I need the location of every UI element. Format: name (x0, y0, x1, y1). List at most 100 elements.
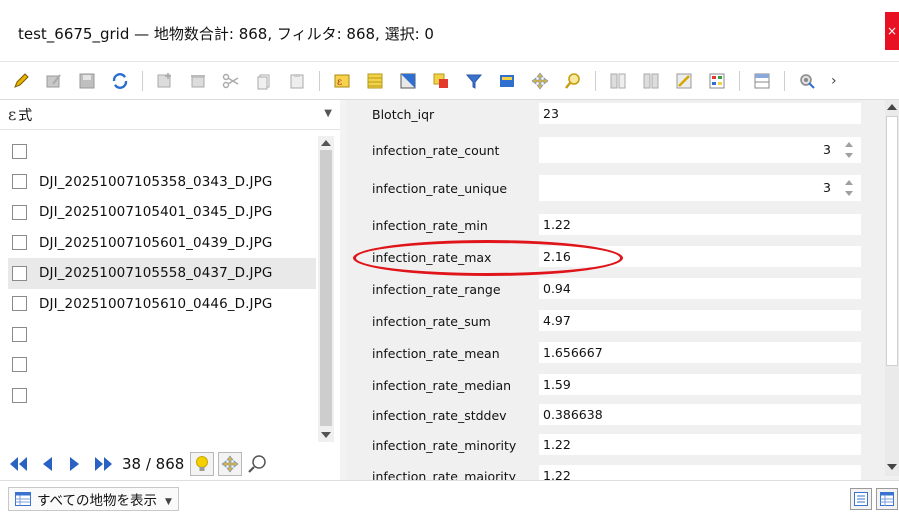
list-item[interactable] (8, 136, 316, 167)
toolbar-separator (739, 70, 740, 91)
spin-arrows-icon[interactable] (845, 141, 855, 159)
field-label: infection_rate_count (372, 143, 500, 158)
scroll-down-icon[interactable] (887, 464, 897, 470)
toolbar-overflow-button[interactable]: › (831, 73, 837, 89)
scrollbar-thumb[interactable] (320, 150, 332, 426)
add-feature-icon[interactable] (154, 70, 176, 92)
toolbar-separator (142, 70, 143, 91)
spin-arrows-icon[interactable] (845, 179, 855, 197)
attribute-form-scrollbar[interactable] (885, 100, 899, 476)
scroll-up-icon[interactable] (321, 140, 331, 146)
row-checkbox[interactable] (12, 357, 27, 373)
conditional-formatting-icon[interactable] (706, 70, 728, 92)
previous-feature-icon[interactable] (36, 453, 58, 475)
form-view-icon[interactable] (850, 488, 872, 510)
list-item[interactable]: DJI_20251007105601_0439_D.JPG (8, 228, 316, 259)
chevron-down-icon[interactable]: ▼ (324, 108, 332, 119)
field-value-input[interactable]: 1.22 (538, 213, 862, 236)
feature-name: DJI_20251007105610_0446_D.JPG (39, 295, 273, 312)
feature-counter: 38 / 868 (122, 455, 185, 473)
field-value-input[interactable]: 0.386638 (538, 403, 862, 426)
new-field-icon[interactable] (607, 70, 629, 92)
deselect-icon[interactable] (430, 70, 452, 92)
multi-edit-icon[interactable] (43, 70, 65, 92)
zoom-to-feature-icon[interactable] (246, 453, 268, 475)
pan-to-feature-icon[interactable] (218, 452, 243, 476)
chevron-down-icon[interactable]: ▼ (165, 497, 172, 507)
cut-icon[interactable] (220, 70, 242, 92)
row-checkbox[interactable] (12, 174, 27, 190)
feature-name: DJI_20251007105401_0345_D.JPG (39, 204, 273, 221)
next-feature-icon[interactable] (64, 453, 86, 475)
field-label: infection_rate_sum (372, 314, 491, 329)
scroll-down-icon[interactable] (321, 432, 331, 438)
field-value-input[interactable]: 23 (538, 102, 862, 125)
feature-list-scrollbar[interactable] (318, 136, 334, 442)
list-item[interactable]: DJI_20251007105358_0343_D.JPG (8, 167, 316, 198)
table-view-icon[interactable] (876, 488, 898, 510)
row-checkbox[interactable] (12, 296, 27, 312)
row-checkbox[interactable] (12, 387, 27, 403)
field-value-input[interactable]: 0.94 (538, 277, 862, 300)
attribute-form: Blotch_iqr 23 infection_rate_count 3 inf… (346, 100, 899, 480)
row-checkbox[interactable] (12, 326, 27, 342)
first-feature-icon[interactable] (8, 453, 30, 475)
delete-feature-icon[interactable] (187, 70, 209, 92)
highlight-feature-icon[interactable] (190, 452, 215, 476)
row-checkbox[interactable] (12, 265, 27, 281)
field-value-input[interactable]: 4.97 (538, 309, 862, 332)
attribute-toolbar: ε › (0, 62, 899, 100)
list-item[interactable] (8, 380, 316, 411)
field-label: infection_rate_majority (372, 469, 517, 480)
actions-icon[interactable] (796, 70, 818, 92)
toggle-edit-icon[interactable] (10, 70, 32, 92)
row-checkbox[interactable] (12, 204, 27, 220)
bottom-bar: すべての地物を表示 ▼ (0, 480, 899, 514)
list-item[interactable]: DJI_20251007105401_0345_D.JPG (8, 197, 316, 228)
reload-icon[interactable] (109, 70, 131, 92)
paste-icon[interactable] (286, 70, 308, 92)
field-value-input[interactable]: 1.22 (538, 464, 862, 480)
last-feature-icon[interactable] (92, 453, 114, 475)
list-item[interactable] (8, 350, 316, 381)
field-value-spinbox[interactable]: 3 (538, 136, 862, 164)
expression-icon: ε (8, 105, 17, 124)
field-value-input[interactable]: 1.59 (538, 373, 862, 396)
invert-selection-icon[interactable] (397, 70, 419, 92)
delete-field-icon[interactable] (640, 70, 662, 92)
expression-preview-bar[interactable]: ε 式 ▼ (0, 100, 340, 130)
form-row: infection_rate_majority 1.22 (346, 462, 866, 480)
list-item-selected[interactable]: DJI_20251007105558_0437_D.JPG (8, 258, 316, 289)
form-row: infection_rate_stddev 0.386638 (346, 401, 866, 431)
field-value-spinbox[interactable]: 3 (538, 174, 862, 202)
form-row: infection_rate_median 1.59 (346, 371, 866, 401)
select-all-icon[interactable] (364, 70, 386, 92)
form-row: infection_rate_count 3 (346, 133, 866, 164)
move-selection-top-icon[interactable] (496, 70, 518, 92)
scroll-up-icon[interactable] (887, 104, 897, 110)
form-row: infection_rate_range 0.94 (346, 275, 866, 305)
field-calculator-icon[interactable] (673, 70, 695, 92)
field-value-input[interactable]: 1.22 (538, 433, 862, 456)
table-icon (15, 492, 31, 506)
zoom-to-selected-icon[interactable] (562, 70, 584, 92)
filter-selected-icon[interactable] (463, 70, 485, 92)
row-checkbox[interactable] (12, 235, 27, 251)
field-value-input[interactable]: 1.656667 (538, 341, 862, 364)
scrollbar-thumb[interactable] (886, 116, 898, 366)
toolbar-separator (319, 70, 320, 91)
dock-icon[interactable] (751, 70, 773, 92)
row-checkbox[interactable] (12, 143, 27, 159)
field-value-input[interactable]: 2.16 (538, 245, 862, 268)
feature-list-panel: ε 式 ▼ DJI_20251007105358_0343_D.JPG DJI_… (0, 100, 340, 480)
list-item[interactable]: DJI_20251007105610_0446_D.JPG (8, 289, 316, 320)
expression-select-icon[interactable]: ε (331, 70, 353, 92)
copy-icon[interactable] (253, 70, 275, 92)
list-item[interactable] (8, 319, 316, 350)
show-all-features-button[interactable]: すべての地物を表示 ▼ (8, 487, 179, 511)
save-edits-icon[interactable] (76, 70, 98, 92)
pan-to-selected-icon[interactable] (529, 70, 551, 92)
field-label: infection_rate_unique (372, 181, 508, 196)
svg-text:ε: ε (337, 77, 342, 88)
close-button[interactable]: × (885, 12, 899, 50)
